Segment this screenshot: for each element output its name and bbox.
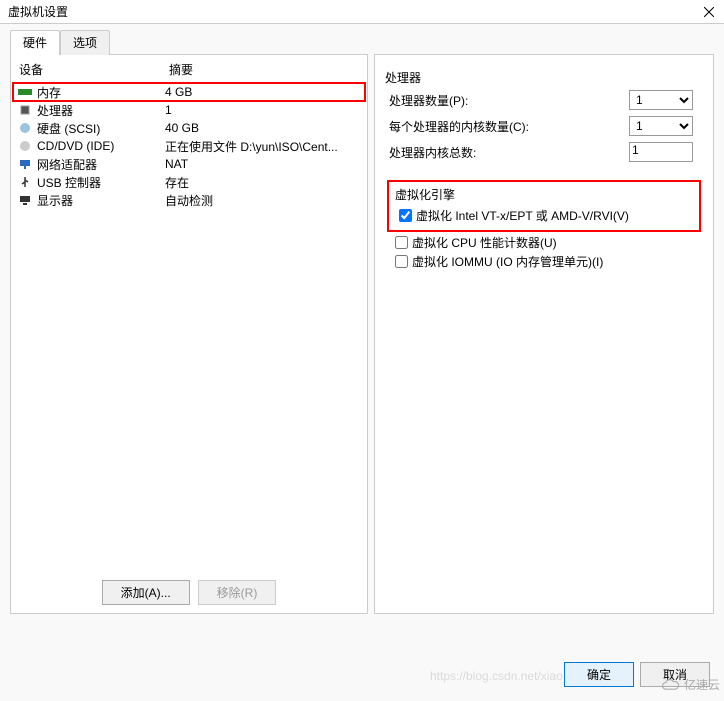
header-summary: 摘要 (163, 57, 365, 82)
title-bar: 虚拟机设置 (0, 0, 724, 24)
device-summary: NAT (165, 157, 361, 171)
total-label: 处理器内核总数: (389, 144, 629, 161)
device-row[interactable]: USB 控制器存在 (13, 173, 365, 191)
virt-iommu-label: 虚拟化 IOMMU (IO 内存管理单元)(I) (412, 253, 603, 270)
virt-iommu-checkbox[interactable] (395, 255, 408, 268)
watermark-url: https://blog.csdn.net/xiao (430, 669, 563, 683)
panel-area: 设备 摘要 内存4 GB处理器1硬盘 (SCSI)40 GBCD/DVD (ID… (0, 54, 724, 654)
remove-button-label: 移除(R) (217, 586, 258, 600)
total-value: 1 (629, 142, 693, 162)
virtualization-group: 虚拟化引擎 虚拟化 Intel VT-x/EPT 或 AMD-V/RVI(V) … (385, 180, 703, 278)
tab-options[interactable]: 选项 (60, 30, 110, 55)
device-name: 硬盘 (SCSI) (37, 120, 165, 137)
cpu-icon (17, 103, 33, 117)
hardware-list-panel: 设备 摘要 内存4 GB处理器1硬盘 (SCSI)40 GBCD/DVD (ID… (10, 54, 368, 614)
virt-counters-row[interactable]: 虚拟化 CPU 性能计数器(U) (391, 234, 697, 251)
usb-icon (17, 175, 33, 189)
device-name: 内存 (37, 84, 165, 101)
virt-iommu-row[interactable]: 虚拟化 IOMMU (IO 内存管理单元)(I) (391, 253, 697, 270)
tab-hardware[interactable]: 硬件 (10, 30, 60, 55)
device-row[interactable]: 处理器1 (13, 101, 365, 119)
num-proc-select[interactable]: 1 (629, 90, 693, 110)
device-list: 内存4 GB处理器1硬盘 (SCSI)40 GBCD/DVD (IDE)正在使用… (13, 83, 365, 209)
virtualization-highlight: 虚拟化引擎 虚拟化 Intel VT-x/EPT 或 AMD-V/RVI(V) (389, 182, 699, 230)
device-row[interactable]: CD/DVD (IDE)正在使用文件 D:\yun\ISO\Cent... (13, 137, 365, 155)
add-button-label: 添加(A)... (121, 586, 171, 600)
cores-label: 每个处理器的内核数量(C): (389, 118, 629, 135)
close-icon (704, 7, 714, 17)
detail-panel: 处理器 处理器数量(P): 1 每个处理器的内核数量(C): 1 处理器内核总数… (374, 54, 714, 614)
watermark-logo: 亿速云 (660, 676, 720, 693)
list-buttons: 添加(A)... 移除(R) (11, 572, 367, 613)
virt-vt-checkbox[interactable] (399, 209, 412, 222)
device-summary: 4 GB (165, 85, 361, 99)
virt-counters-label: 虚拟化 CPU 性能计数器(U) (412, 234, 557, 251)
virt-counters-checkbox[interactable] (395, 236, 408, 249)
device-summary: 1 (165, 103, 361, 117)
cloud-icon (660, 678, 680, 692)
device-row[interactable]: 硬盘 (SCSI)40 GB (13, 119, 365, 137)
device-row[interactable]: 网络适配器NAT (13, 155, 365, 173)
virt-vt-label: 虚拟化 Intel VT-x/EPT 或 AMD-V/RVI(V) (416, 207, 629, 224)
header-device: 设备 (13, 57, 163, 82)
network-icon (17, 157, 33, 171)
device-name: 显示器 (37, 192, 165, 209)
disk-icon (17, 121, 33, 135)
hardware-list-inner: 设备 摘要 内存4 GB处理器1硬盘 (SCSI)40 GBCD/DVD (ID… (11, 55, 367, 572)
tab-bar: 硬件 选项 (0, 30, 724, 55)
device-name: USB 控制器 (37, 174, 165, 191)
processor-group-title: 处理器 (385, 69, 703, 86)
close-button[interactable] (698, 3, 720, 21)
device-name: 网络适配器 (37, 156, 165, 173)
ok-button[interactable]: 确定 (564, 662, 634, 687)
num-proc-label: 处理器数量(P): (389, 92, 629, 109)
list-header: 设备 摘要 (13, 57, 365, 83)
cd-icon (17, 139, 33, 153)
add-button[interactable]: 添加(A)... (102, 580, 190, 605)
dialog-body: 硬件 选项 设备 摘要 内存4 GB处理器1硬盘 (SCSI)40 GBCD/D… (0, 24, 724, 701)
remove-button[interactable]: 移除(R) (198, 580, 277, 605)
device-name: CD/DVD (IDE) (37, 139, 165, 153)
device-summary: 自动检测 (165, 192, 361, 209)
device-row[interactable]: 内存4 GB (13, 83, 365, 101)
device-summary: 正在使用文件 D:\yun\ISO\Cent... (165, 138, 361, 155)
memory-icon (17, 85, 33, 99)
device-summary: 40 GB (165, 121, 361, 135)
cores-select[interactable]: 1 (629, 116, 693, 136)
virtualization-title: 虚拟化引擎 (395, 186, 693, 203)
watermark-brand: 亿速云 (684, 676, 720, 693)
virt-vt-row[interactable]: 虚拟化 Intel VT-x/EPT 或 AMD-V/RVI(V) (395, 207, 693, 224)
device-summary: 存在 (165, 174, 361, 191)
window-title: 虚拟机设置 (8, 3, 68, 20)
display-icon (17, 193, 33, 207)
device-row[interactable]: 显示器自动检测 (13, 191, 365, 209)
device-name: 处理器 (37, 102, 165, 119)
processor-grid: 处理器数量(P): 1 每个处理器的内核数量(C): 1 处理器内核总数: 1 (385, 90, 703, 170)
